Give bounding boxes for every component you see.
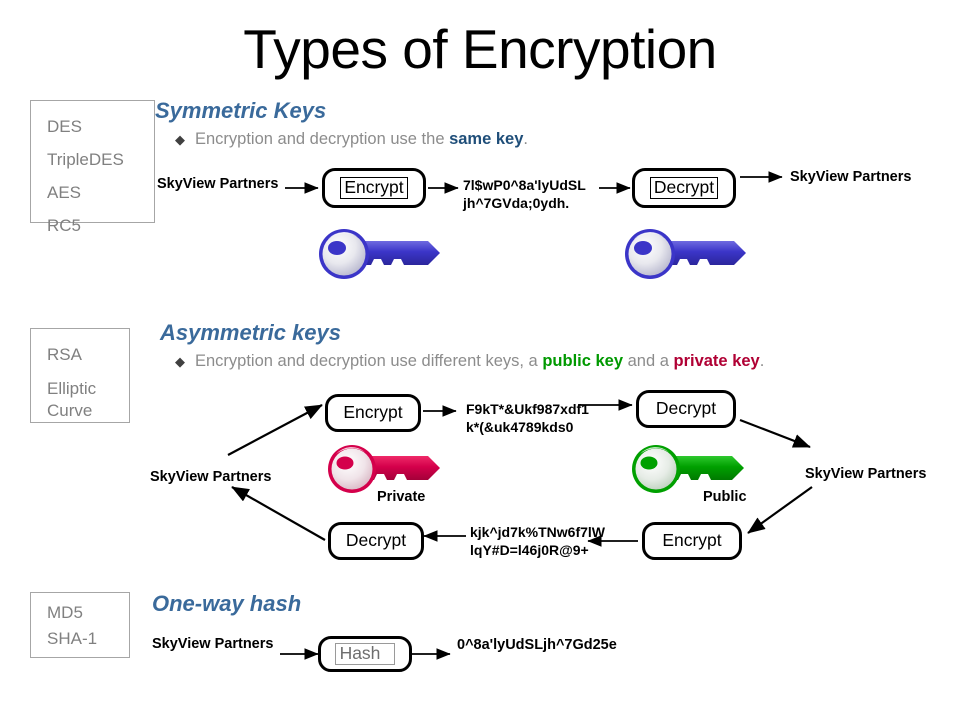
algorithm-md5: MD5 bbox=[47, 603, 83, 622]
asymmetric-bottom-encrypt-label: Encrypt bbox=[662, 530, 722, 551]
bullet-diamond-icon: ◆ bbox=[175, 132, 185, 147]
hash-box[interactable]: Hash bbox=[318, 636, 412, 672]
algorithm-curve: Curve bbox=[47, 401, 93, 420]
symmetric-key-left-icon bbox=[319, 229, 440, 279]
algorithm-aes: AES bbox=[47, 183, 82, 202]
section-heading-hash: One-way hash bbox=[152, 591, 302, 616]
bullet-asymmetric: ◆ Encryption and decryption use differen… bbox=[175, 352, 764, 371]
hash-digest: 0^8a'lyUdSLjh^7Gd25e bbox=[457, 637, 617, 653]
bullet-asymmetric-suffix: . bbox=[759, 352, 765, 370]
bullet-symmetric-text: Encryption and decryption use the same k… bbox=[195, 130, 528, 149]
bullet-symmetric-suffix: . bbox=[523, 130, 528, 148]
asymmetric-bottom-decrypt-label: Decrypt bbox=[345, 530, 407, 551]
symmetric-output-label: SkyView Partners bbox=[790, 169, 912, 185]
algorithm-rc5: RC5 bbox=[47, 216, 82, 235]
hash-input-label: SkyView Partners bbox=[152, 636, 274, 652]
keyword-same-key: same key bbox=[449, 130, 524, 148]
bullet-asymmetric-prefix: Encryption and decryption use different … bbox=[195, 352, 543, 370]
asymmetric-right-skyview-label: SkyView Partners bbox=[805, 466, 927, 482]
symmetric-encrypt-box[interactable]: Encrypt bbox=[322, 168, 426, 208]
asymmetric-top-encrypt-label: Encrypt bbox=[343, 402, 403, 423]
symmetric-ciphertext: 7l$wP0^8a'lyUdSL jh^7GVda;0ydh. bbox=[463, 177, 586, 211]
bullet-diamond-icon: ◆ bbox=[175, 354, 185, 369]
keyword-public-key: public key bbox=[542, 352, 624, 370]
asymmetric-top-encrypt-box[interactable]: Encrypt bbox=[325, 394, 421, 432]
algorithm-tripledes: TripleDES bbox=[47, 150, 124, 169]
asymmetric-bottom-ciphertext: kjk^jd7k%TNw6f7lW lqY#D=l46j0R@9+ bbox=[470, 524, 605, 558]
algorithm-box-hash: MD5 SHA-1 bbox=[30, 592, 130, 658]
page-title: Types of Encryption bbox=[243, 18, 717, 80]
symmetric-input-label: SkyView Partners bbox=[157, 176, 279, 192]
hash-label: Hash bbox=[334, 642, 396, 666]
asymmetric-left-skyview-label: SkyView Partners bbox=[150, 469, 272, 485]
symmetric-encrypt-label: Encrypt bbox=[340, 176, 408, 200]
asymmetric-top-decrypt-label: Decrypt bbox=[655, 398, 717, 419]
symmetric-decrypt-label: Decrypt bbox=[649, 176, 719, 200]
symmetric-key-right-icon bbox=[625, 229, 746, 279]
bullet-asymmetric-middle: and a bbox=[623, 352, 674, 370]
slide-canvas: Types of Encryption Symmetric Keys ◆ Enc… bbox=[0, 0, 960, 720]
asymmetric-bottom-decrypt-box[interactable]: Decrypt bbox=[328, 522, 424, 560]
keyword-private-key: private key bbox=[673, 352, 760, 370]
bullet-symmetric: ◆ Encryption and decryption use the same… bbox=[175, 130, 528, 149]
public-key-label: Public bbox=[703, 489, 747, 505]
symmetric-decrypt-box[interactable]: Decrypt bbox=[632, 168, 736, 208]
section-heading-asymmetric: Asymmetric keys bbox=[160, 320, 342, 345]
asymmetric-bottom-encrypt-box[interactable]: Encrypt bbox=[642, 522, 742, 560]
algorithm-des: DES bbox=[47, 117, 82, 136]
algorithm-elliptic: Elliptic bbox=[47, 379, 97, 398]
algorithm-rsa: RSA bbox=[47, 345, 82, 364]
bullet-symmetric-prefix: Encryption and decryption use the bbox=[195, 130, 450, 148]
asymmetric-top-decrypt-box[interactable]: Decrypt bbox=[636, 390, 736, 428]
algorithm-box-symmetric: DES TripleDES AES RC5 bbox=[30, 100, 155, 235]
asymmetric-top-ciphertext: F9kT*&Ukf987xdf1 k*(&uk4789kds0 bbox=[466, 401, 589, 435]
private-key-label: Private bbox=[377, 489, 426, 505]
algorithm-sha1: SHA-1 bbox=[47, 629, 98, 648]
bullet-asymmetric-text: Encryption and decryption use different … bbox=[195, 352, 764, 371]
algorithm-box-asymmetric: RSA Elliptic Curve bbox=[30, 328, 130, 423]
section-heading-symmetric: Symmetric Keys bbox=[155, 98, 327, 123]
